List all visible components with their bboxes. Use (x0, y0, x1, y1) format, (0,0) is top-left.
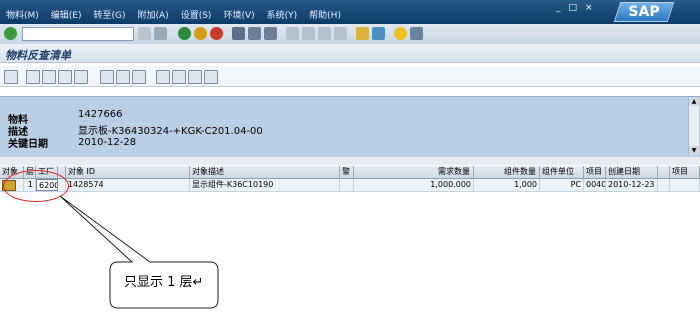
key-date-label: 关键日期 (8, 139, 48, 150)
back-icon[interactable] (178, 27, 191, 40)
col-comp-unit[interactable]: 组件单位 (540, 166, 584, 178)
maximize-icon[interactable]: □ (569, 3, 578, 13)
annotation-text: 只显示 1 层↵ (124, 275, 204, 290)
row-item: 0040 (586, 179, 606, 191)
details-icon[interactable] (26, 70, 40, 84)
sap-logo-text: SAP (628, 4, 660, 20)
window-controls: _ □ × (556, 3, 593, 13)
menu-extras[interactable]: 附加(A) (132, 8, 175, 21)
col-created[interactable]: 创建日期 (606, 166, 658, 178)
header-panel: 物料 1427666 描述 显示板-K36430324-+KGK-C201.04… (0, 96, 700, 158)
row-object-desc: 显示组件-K36C10190 (190, 179, 340, 191)
menu-edit[interactable]: 编辑(E) (45, 8, 88, 21)
back-step-icon[interactable] (138, 27, 151, 40)
filter-icon[interactable] (4, 70, 18, 84)
page-title: 物料反查清单 (5, 49, 71, 62)
collapse-icon[interactable] (74, 70, 88, 84)
col-object-desc[interactable]: 对象描述 (190, 166, 340, 178)
menu-items: 物料(M) 编辑(E) 转至(G) 附加(A) 设置(S) 环境(V) 系统(Y… (0, 8, 347, 21)
key-date-value: 2010-12-28 (78, 137, 137, 148)
grid-header: 对象 层 工厂 对象 ID 对象描述 警 需求数量 组件数量 组件单位 项目 创… (0, 166, 700, 179)
standard-toolbar (0, 24, 700, 45)
new-session-icon[interactable] (356, 27, 369, 40)
row-warning (340, 179, 354, 191)
table-row[interactable]: 1 6200 1428574 显示组件-K36C10190 1,000.000 … (0, 179, 700, 192)
scroll-up-icon[interactable]: ▲ (689, 97, 699, 106)
shortcut-icon[interactable] (372, 27, 385, 40)
menu-bar: 物料(M) 编辑(E) 转至(G) 附加(A) 设置(S) 环境(V) 系统(Y… (0, 0, 700, 24)
sap-logo: SAP (613, 2, 675, 22)
menu-help[interactable]: 帮助(H) (303, 8, 347, 21)
row-item-text (670, 179, 700, 191)
navigate-icon[interactable] (188, 70, 202, 84)
last-page-icon[interactable] (334, 27, 347, 40)
exit-icon[interactable] (194, 27, 207, 40)
layout-menu-icon[interactable] (410, 27, 423, 40)
col-extra[interactable] (658, 166, 670, 178)
close-icon[interactable]: × (585, 3, 593, 13)
refresh-icon[interactable] (42, 70, 56, 84)
row-object-id[interactable]: 1428574 (66, 179, 190, 191)
row-req-qty: 1,000.000 (354, 179, 474, 191)
cancel-icon[interactable] (210, 27, 223, 40)
col-item-text[interactable]: 项目 (670, 166, 700, 178)
enter-icon[interactable] (4, 27, 17, 40)
row-extra (658, 179, 670, 191)
result-grid: 对象 层 工厂 对象 ID 对象描述 警 需求数量 组件数量 组件单位 项目 创… (0, 166, 700, 326)
annotation-highlight (3, 170, 69, 202)
header-scrollbar[interactable]: ▲ ▼ (688, 97, 699, 155)
col-item[interactable]: 项目 (584, 166, 606, 178)
expand-icon[interactable] (58, 70, 72, 84)
col-comp-qty[interactable]: 组件数量 (474, 166, 540, 178)
save-icon[interactable] (154, 27, 167, 40)
row-comp-qty: 1,000 (474, 179, 540, 191)
splitter[interactable] (0, 157, 700, 165)
help-icon[interactable] (394, 27, 407, 40)
menu-system[interactable]: 系统(Y) (261, 8, 304, 21)
command-field[interactable] (22, 27, 134, 41)
find-icon[interactable] (248, 27, 261, 40)
prev-page-icon[interactable] (302, 27, 315, 40)
col-object-id[interactable]: 对象 ID (66, 166, 190, 178)
material-value: 1427666 (78, 109, 123, 120)
col-warning[interactable]: 警 (340, 166, 354, 178)
screen-title-bar: 物料反查清单 (0, 44, 700, 63)
scroll-down-icon[interactable]: ▼ (689, 146, 699, 155)
row-unit: PC (540, 179, 584, 191)
print-icon[interactable] (232, 27, 245, 40)
menu-goto[interactable]: 转至(G) (88, 8, 132, 21)
sort-icon[interactable] (132, 70, 146, 84)
settings-icon[interactable] (204, 70, 218, 84)
first-page-icon[interactable] (286, 27, 299, 40)
menu-environment[interactable]: 环境(V) (217, 8, 260, 21)
hierarchy-icon[interactable] (156, 70, 170, 84)
table-icon[interactable] (100, 70, 114, 84)
application-toolbar (0, 66, 700, 87)
next-page-icon[interactable] (318, 27, 331, 40)
search-icon[interactable] (172, 70, 186, 84)
row-created: 2010-12-23 (606, 179, 658, 191)
col-req-qty[interactable]: 需求数量 (354, 166, 474, 178)
description-value: 显示板-K36430324-+KGK-C201.04-00 (78, 126, 263, 137)
columns-icon[interactable] (116, 70, 130, 84)
menu-settings[interactable]: 设置(S) (175, 8, 218, 21)
minimize-icon[interactable]: _ (556, 3, 561, 13)
find-next-icon[interactable] (264, 27, 277, 40)
menu-material[interactable]: 物料(M) (0, 8, 45, 21)
